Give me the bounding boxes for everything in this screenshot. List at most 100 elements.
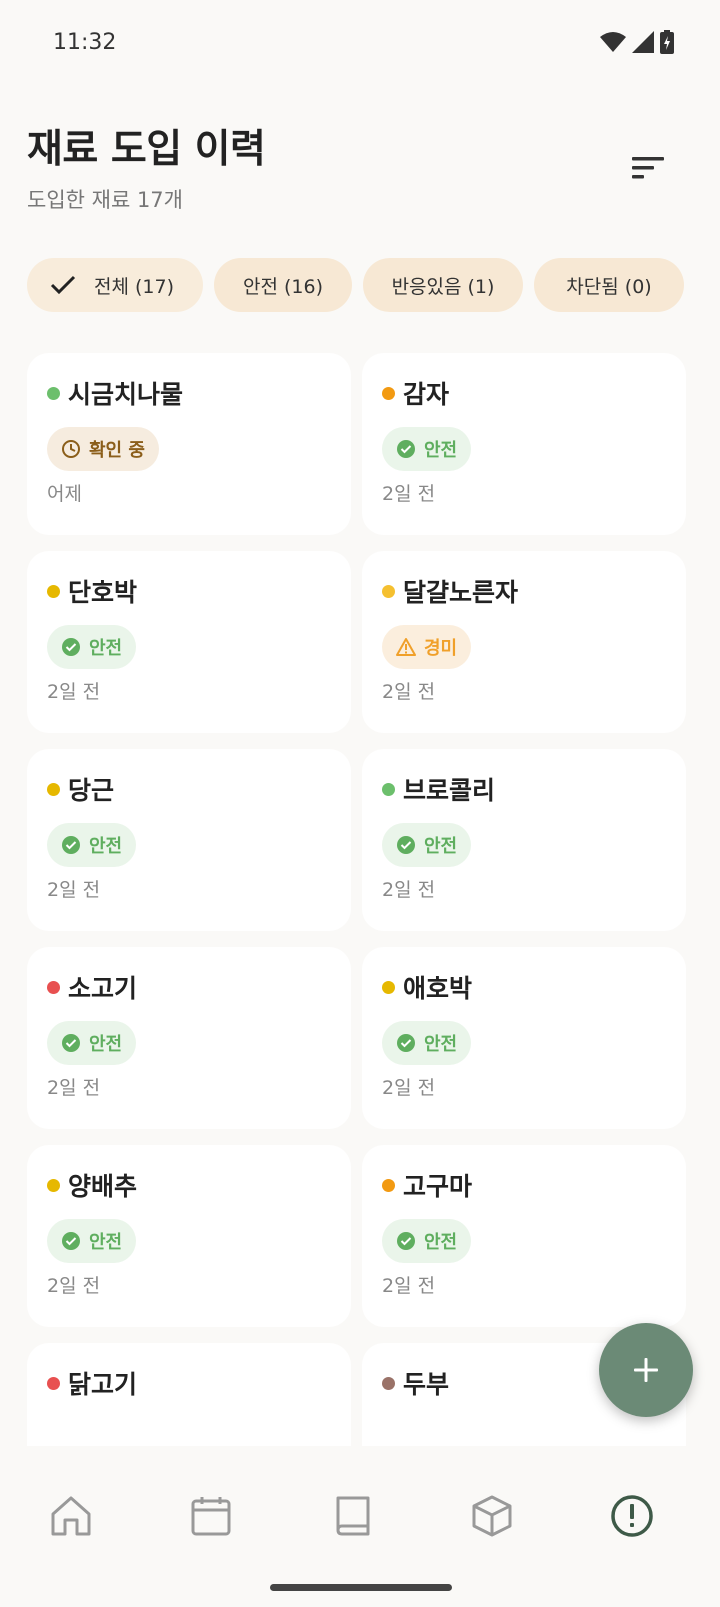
ingredient-name: 시금치나물: [68, 380, 184, 409]
category-dot: [47, 1376, 60, 1390]
ingredient-card[interactable]: 달걀노른자 경미 2일 전: [362, 551, 686, 733]
status-badge: 경미: [382, 625, 472, 669]
category-dot: [382, 782, 395, 796]
nav-calendar[interactable]: [181, 1486, 241, 1546]
status-bar: 11:32: [0, 0, 720, 88]
ingredient-date: 어제: [47, 483, 82, 505]
ingredient-name-row: 닭고기: [47, 1365, 137, 1401]
sort-icon: [632, 157, 664, 179]
sort-button[interactable]: [626, 146, 670, 190]
status-time: 11:32: [53, 30, 117, 55]
check-circle-icon: [397, 1232, 415, 1250]
ingredient-name-row: 시금치나물: [47, 375, 183, 411]
ingredient-card[interactable]: 양배추 안전 2일 전: [27, 1145, 351, 1327]
nav-alert[interactable]: [602, 1486, 662, 1546]
signal-icon: [632, 31, 654, 53]
ingredient-date: 2일 전: [47, 879, 101, 901]
check-circle-icon: [397, 836, 415, 854]
page-title: 재료 도입 이력: [27, 127, 266, 172]
battery-icon: [660, 30, 674, 54]
plus-icon: [634, 1358, 658, 1382]
ingredient-card[interactable]: 애호박 안전 2일 전: [362, 947, 686, 1129]
status-label: 안전: [424, 1232, 458, 1253]
ingredient-name-row: 달걀노른자: [382, 573, 518, 609]
check-circle-icon: [397, 1034, 415, 1052]
status-badge: 안전: [47, 625, 137, 669]
ingredient-card[interactable]: 고구마 안전 2일 전: [362, 1145, 686, 1327]
category-dot: [47, 386, 60, 400]
filter-chips: 전체 (17) 안전 (16) 반응있음 (1) 차단됨 (0): [27, 258, 694, 312]
category-dot: [47, 584, 60, 598]
alert-icon: [611, 1495, 653, 1537]
check-circle-icon: [62, 638, 80, 656]
ingredient-card[interactable]: 브로콜리 안전 2일 전: [362, 749, 686, 931]
ingredient-name: 닭고기: [68, 1370, 138, 1399]
status-badge: 확인 중: [47, 427, 159, 471]
wifi-icon: [600, 32, 626, 52]
ingredient-name-row: 브로콜리: [382, 771, 495, 807]
book-icon: [336, 1496, 370, 1536]
ingredient-name: 고구마: [403, 1172, 473, 1201]
status-badge: 안전: [382, 427, 472, 471]
filter-chip-label: 안전 (16): [243, 275, 324, 298]
ingredient-card[interactable]: 시금치나물 확인 중 어제: [27, 353, 351, 535]
status-label: 안전: [424, 836, 458, 857]
ingredient-card[interactable]: 단호박 안전 2일 전: [27, 551, 351, 733]
ingredient-name-row: 고구마: [382, 1167, 472, 1203]
ingredient-grid: 시금치나물 확인 중 어제 감자 안전 2일 전 단호박 안전 2일 전 달걀노…: [27, 353, 694, 1447]
filter-chip-label: 전체 (17): [94, 275, 175, 298]
status-badge: 안전: [47, 1021, 137, 1065]
ingredient-name-row: 소고기: [47, 969, 137, 1005]
ingredient-card[interactable]: 닭고기: [27, 1343, 351, 1447]
check-circle-icon: [62, 836, 80, 854]
ingredient-date: 2일 전: [382, 1275, 436, 1297]
warning-icon: [396, 638, 416, 656]
check-circle-icon: [62, 1034, 80, 1052]
ingredient-name: 브로콜리: [403, 776, 496, 805]
ingredient-date: 2일 전: [382, 483, 436, 505]
filter-chip-safe[interactable]: 안전 (16): [214, 258, 352, 312]
filter-chip-blocked[interactable]: 차단됨 (0): [534, 258, 684, 312]
ingredient-name-row: 감자: [382, 375, 449, 411]
nav-book[interactable]: [322, 1486, 382, 1546]
add-ingredient-button[interactable]: [599, 1323, 693, 1417]
category-dot: [47, 1178, 60, 1192]
status-icons: [600, 30, 674, 54]
status-label: 안전: [89, 836, 123, 857]
filter-chip-reaction[interactable]: 반응있음 (1): [363, 258, 523, 312]
status-label: 안전: [424, 1034, 458, 1055]
ingredient-name-row: 당근: [47, 771, 114, 807]
ingredient-date: 2일 전: [382, 681, 436, 703]
ingredient-name: 당근: [68, 776, 115, 805]
ingredient-name-row: 단호박: [47, 573, 137, 609]
filter-chip-all[interactable]: 전체 (17): [27, 258, 203, 312]
ingredient-date: 2일 전: [382, 1077, 436, 1099]
ingredient-date: 2일 전: [382, 879, 436, 901]
ingredient-name: 애호박: [403, 974, 473, 1003]
category-dot: [382, 386, 395, 400]
category-dot: [382, 980, 395, 994]
nav-box[interactable]: [462, 1486, 522, 1546]
ingredient-name: 양배추: [68, 1172, 138, 1201]
category-dot: [382, 1376, 395, 1390]
home-icon: [51, 1496, 91, 1536]
ingredient-date: 2일 전: [47, 681, 101, 703]
ingredient-card[interactable]: 소고기 안전 2일 전: [27, 947, 351, 1129]
ingredient-name-row: 두부: [382, 1365, 449, 1401]
status-badge: 안전: [382, 1021, 472, 1065]
ingredient-name-row: 양배추: [47, 1167, 137, 1203]
box-icon: [472, 1495, 512, 1537]
ingredient-card[interactable]: 감자 안전 2일 전: [362, 353, 686, 535]
ingredient-date: 2일 전: [47, 1275, 101, 1297]
status-label: 안전: [89, 638, 123, 659]
ingredient-name: 소고기: [68, 974, 138, 1003]
filter-chip-label: 반응있음 (1): [391, 275, 495, 298]
ingredient-card[interactable]: 당근 안전 2일 전: [27, 749, 351, 931]
category-dot: [382, 584, 395, 598]
status-badge: 안전: [47, 823, 137, 867]
filter-chip-label: 차단됨 (0): [566, 275, 652, 298]
ingredient-name: 달걀노른자: [403, 578, 519, 607]
nav-home[interactable]: [41, 1486, 101, 1546]
ingredient-name: 두부: [403, 1370, 450, 1399]
status-label: 확인 중: [89, 440, 145, 461]
